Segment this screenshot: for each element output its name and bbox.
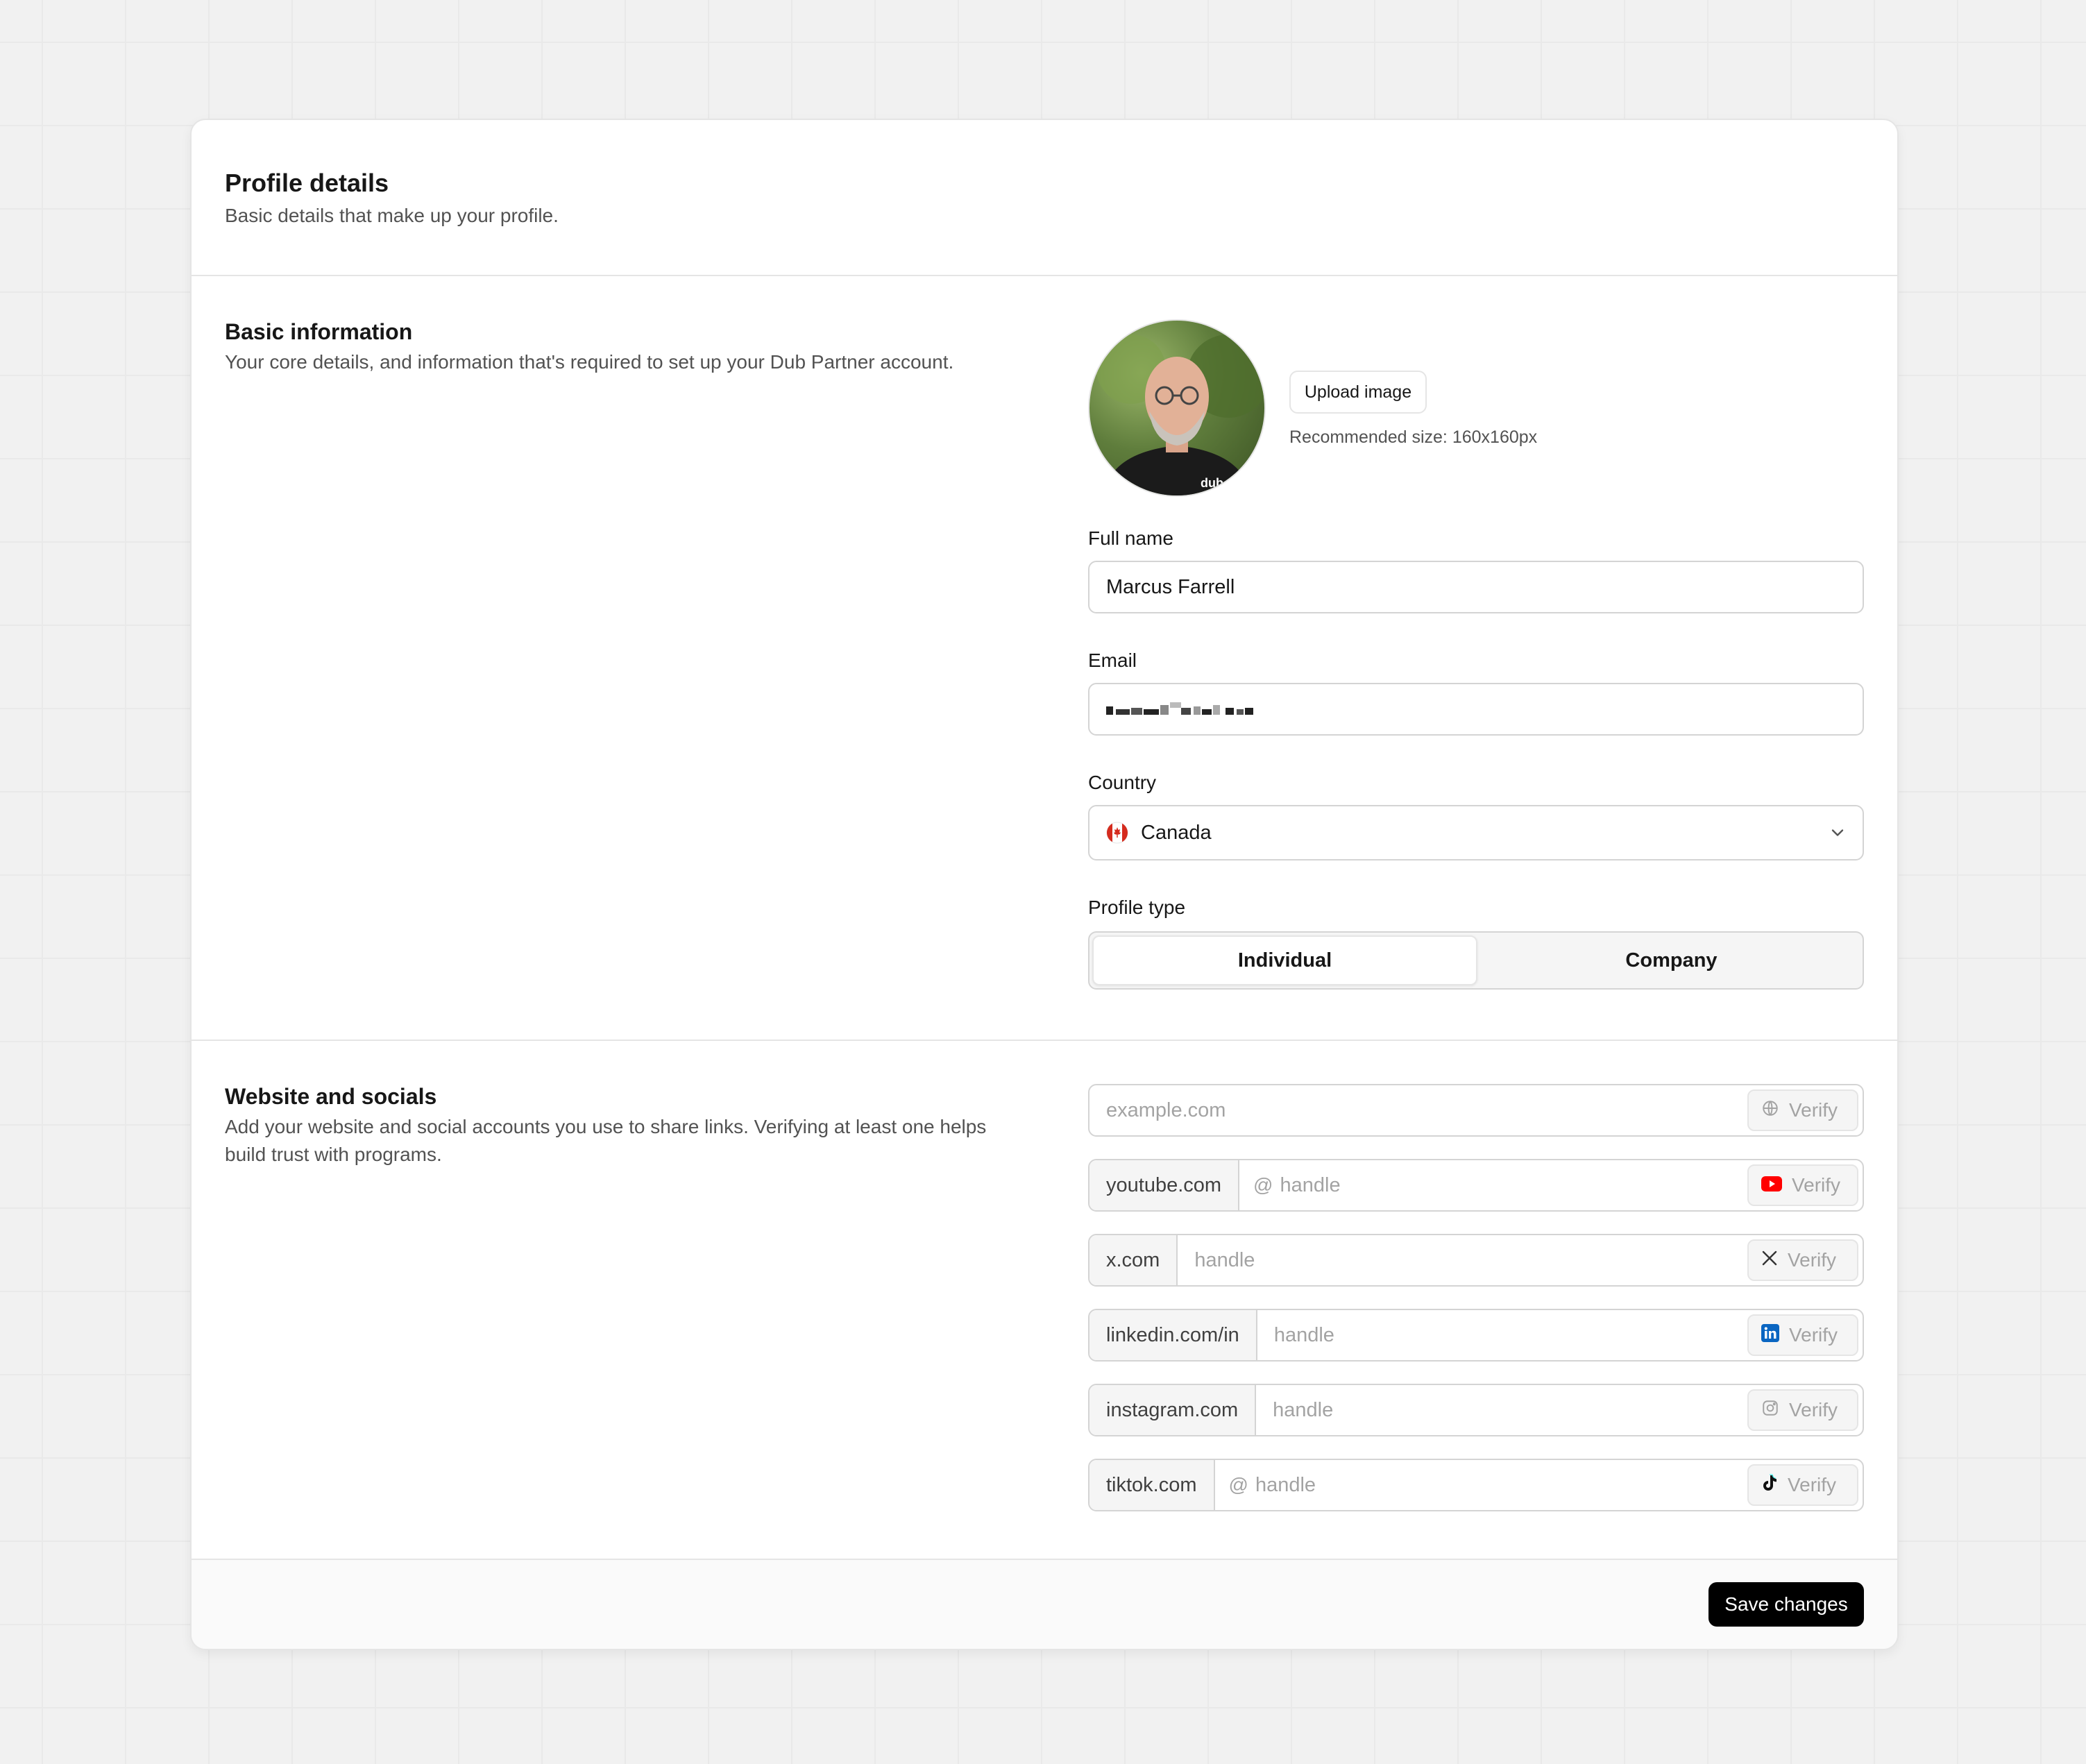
email-label: Email [1088,650,1137,671]
full-name-label: Full name [1088,527,1173,549]
email-field[interactable] [1088,683,1864,736]
avatar-photo: dub [1096,334,1264,495]
page-description: Basic details that make up your profile. [225,205,559,226]
linkedin-handle-input[interactable]: handle [1257,1310,1743,1360]
tiktok-icon [1761,1474,1778,1497]
x-handle-input[interactable]: handle [1178,1235,1743,1285]
tiktok-field: tiktok.com @ handle Verify [1088,1459,1864,1511]
basic-information-section: Basic information Your core details, and… [192,276,1897,1041]
country-select[interactable]: Canada [1088,805,1864,860]
save-changes-button[interactable]: Save changes [1708,1582,1864,1627]
instagram-field: instagram.com handle Verify [1088,1384,1864,1436]
youtube-icon [1761,1174,1782,1196]
youtube-handle-input[interactable]: handle [1273,1160,1743,1210]
chevron-down-icon [1828,823,1847,848]
profile-type-label: Profile type [1088,897,1186,918]
website-input[interactable]: example.com [1089,1085,1743,1135]
page-title: Profile details [225,169,389,197]
instagram-handle-input[interactable]: handle [1256,1385,1743,1435]
verify-instagram-button[interactable]: Verify [1747,1389,1858,1431]
avatar[interactable]: dub [1088,319,1266,497]
card-footer: Save changes [192,1559,1897,1649]
at-symbol: @ [1253,1174,1273,1196]
canada-flag-icon [1106,822,1128,844]
globe-icon [1761,1099,1779,1122]
profile-type-toggle: Individual Company [1088,931,1864,990]
instagram-prefix: instagram.com [1089,1385,1257,1435]
at-symbol: @ [1228,1474,1248,1495]
verify-x-button[interactable]: Verify [1747,1239,1858,1281]
verify-tiktok-button[interactable]: Verify [1747,1464,1858,1506]
website-field: example.com Verify [1088,1084,1864,1137]
website-socials-section: Website and socials Add your website and… [192,1041,1897,1560]
section-description: Your core details, and information that'… [225,351,954,373]
section-title: Website and socials [225,1084,437,1109]
upload-hint: Recommended size: 160x160px [1289,427,1538,447]
youtube-prefix: youtube.com [1089,1160,1240,1210]
linkedin-prefix: linkedin.com/in [1089,1310,1257,1360]
linkedin-icon [1761,1323,1779,1347]
full-name-field[interactable]: Marcus Farrell [1088,561,1864,613]
svg-text:dub: dub [1201,476,1223,490]
x-field: x.com handle Verify [1088,1234,1864,1287]
section-description: Add your website and social accounts you… [225,1116,987,1165]
tiktok-handle-input[interactable]: handle [1248,1460,1743,1510]
card-header: Profile details Basic details that make … [192,120,1897,276]
x-icon [1761,1249,1778,1271]
country-value: Canada [1141,821,1212,844]
profile-card: Profile details Basic details that make … [190,119,1899,1650]
instagram-icon [1761,1399,1779,1422]
profile-type-individual[interactable]: Individual [1092,935,1477,985]
country-label: Country [1088,772,1157,793]
section-title: Basic information [225,319,413,344]
verify-linkedin-button[interactable]: Verify [1747,1314,1858,1356]
youtube-field: youtube.com @ handle Verify [1088,1159,1864,1212]
verify-website-button[interactable]: Verify [1747,1089,1858,1131]
linkedin-field: linkedin.com/in handle Verify [1088,1309,1864,1362]
upload-image-button[interactable]: Upload image [1289,371,1427,414]
tiktok-prefix: tiktok.com [1089,1460,1215,1510]
avatar-row: dub Upload image Recommended size: 160x1… [1088,319,1864,497]
redacted-email-icon [1106,702,1253,715]
profile-type-company[interactable]: Company [1480,933,1863,988]
x-prefix: x.com [1089,1235,1178,1285]
verify-youtube-button[interactable]: Verify [1747,1164,1858,1206]
